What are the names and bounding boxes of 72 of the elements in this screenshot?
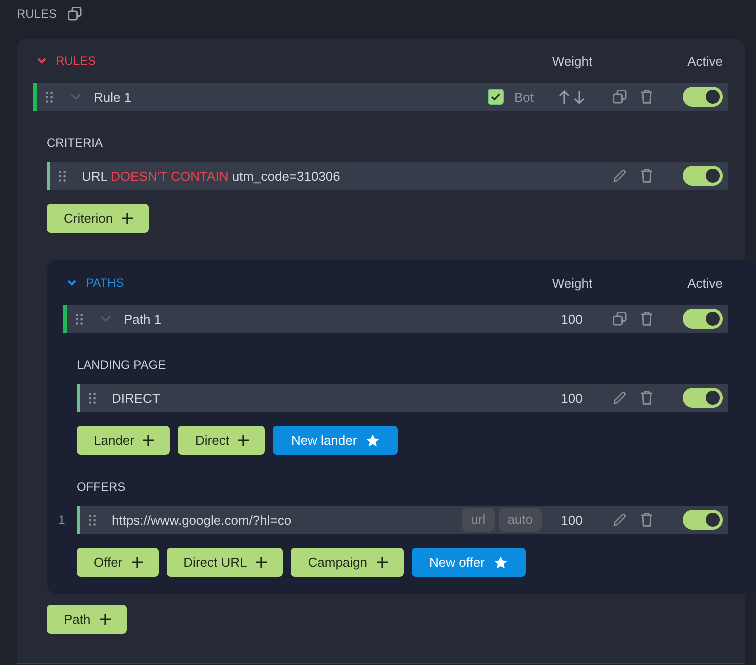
drag-handle-icon[interactable] [46,92,53,102]
chevron-icon[interactable] [37,57,47,65]
trash-icon[interactable] [641,391,653,405]
pencil-icon[interactable] [613,169,627,183]
toggle-switch[interactable] [683,166,723,186]
plus-icon [256,557,268,568]
weight-value: 100 [561,390,583,406]
add-button[interactable]: Campaign [291,548,404,577]
trash-icon[interactable] [641,513,653,527]
plus-icon [238,435,250,446]
rule-name: Rule 1 [94,90,132,104]
pencil-icon[interactable] [613,391,627,405]
offer-url: https://www.google.com/?hl=co [112,512,292,528]
offer-row[interactable]: https://www.google.com/?hl=co url auto 100 [77,506,728,534]
copy-icon[interactable] [613,312,627,326]
toggle-switch[interactable] [683,87,723,107]
add-path-button[interactable]: Path [47,605,127,634]
lander-row[interactable]: DIRECT 100 [77,384,728,412]
lander-name: DIRECT [112,390,160,406]
add-criterion-button[interactable]: Criterion [47,204,150,233]
trash-icon[interactable] [641,169,653,183]
column-header: Active [688,54,723,68]
toggle-switch[interactable] [683,510,723,530]
new-item-button[interactable]: New lander [273,426,398,455]
drag-handle-icon[interactable] [76,314,83,324]
copy-icon[interactable] [68,7,82,21]
section-title: RULES [56,54,96,68]
trash-icon[interactable] [641,312,653,326]
weight-value: 100 [561,312,583,326]
checkbox[interactable] [488,89,504,105]
tag: auto [498,508,542,532]
copy-icon[interactable] [613,90,627,104]
rule-row[interactable]: Rule 1 Bot [33,83,728,111]
criterion-row[interactable]: URL DOESN'T CONTAIN utm_code=310306 [47,162,728,190]
weight-value: 100 [561,512,583,528]
add-button[interactable]: Offer [77,548,159,577]
section-label: CRITERIA [47,135,104,151]
toggle-switch[interactable] [683,309,723,329]
plus-icon [143,435,154,446]
path-name: Path 1 [124,312,162,326]
plus-icon [122,213,134,224]
trash-icon[interactable] [641,90,653,104]
pencil-icon[interactable] [613,513,627,527]
new-item-button[interactable]: New offer [412,548,526,577]
page-title: RULES [17,7,58,21]
add-button[interactable]: Direct [178,426,266,455]
plus-icon [100,614,111,625]
drag-handle-icon[interactable] [59,170,66,182]
column-header: Weight [552,54,593,68]
add-button[interactable]: Lander [77,426,170,455]
section-label: OFFERS [77,479,127,495]
criterion-text: URL DOESN'T CONTAIN utm_code=310306 [82,168,340,184]
chevron-icon[interactable] [67,279,77,287]
path-row[interactable]: Path 1 100 [63,305,728,333]
star-icon [366,434,380,448]
checkbox-label: Bot [514,90,534,104]
toggle-switch[interactable] [683,388,723,408]
column-header: Active [688,276,723,290]
column-header: Weight [552,276,593,290]
section-title: PATHS [86,276,124,290]
arrow-down-icon[interactable] [574,90,585,104]
plus-icon [132,557,143,568]
check-icon [491,93,502,101]
drag-handle-icon[interactable] [89,514,96,526]
arrow-up-icon[interactable] [559,90,570,104]
tag: url [462,508,495,532]
drag-handle-icon[interactable] [89,392,96,404]
add-button[interactable]: Direct URL [166,548,284,577]
plus-icon [376,557,388,568]
section-label: LANDING PAGE [77,357,168,373]
star-icon [494,556,508,570]
line-number: 1 [58,513,66,527]
